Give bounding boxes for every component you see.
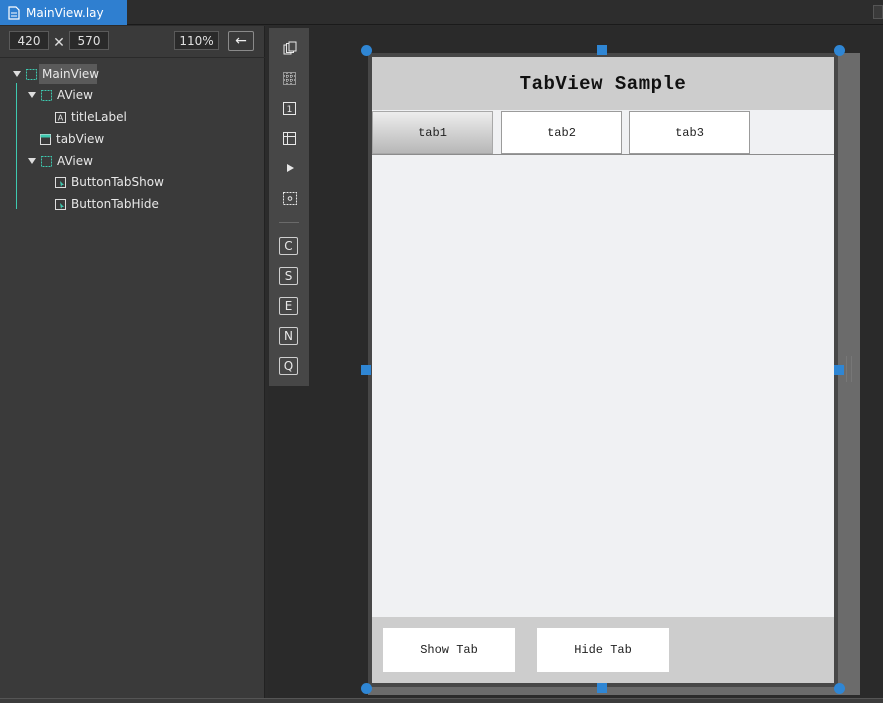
resize-handle-right[interactable] <box>834 365 844 375</box>
resize-handle-left[interactable] <box>361 365 371 375</box>
tab-button-tab3[interactable]: tab3 <box>629 111 750 154</box>
tree-item-aview[interactable]: AView <box>28 85 93 105</box>
view-outline-icon <box>26 68 37 80</box>
svg-text:A: A <box>58 113 64 122</box>
resize-handle-bottom[interactable] <box>597 683 607 693</box>
tree-item-label: ButtonTabShow <box>71 175 164 189</box>
letter-button-n[interactable]: N <box>279 327 298 345</box>
title-label[interactable]: TabView Sample <box>372 57 834 110</box>
toolbar-separator <box>279 222 299 223</box>
tree-item-titlelabel[interactable]: A titleLabel <box>55 107 127 127</box>
tree-item-label: ButtonTabHide <box>71 197 159 211</box>
tree-item-buttontabshow[interactable]: ButtonTabShow <box>55 172 164 192</box>
tree-item-label: tabView <box>56 132 105 146</box>
tree-item-aview-2[interactable]: AView <box>28 151 93 171</box>
splitter-grip[interactable] <box>846 356 852 382</box>
tree-item-tabview[interactable]: tabView <box>40 129 104 149</box>
width-field[interactable]: 420 <box>9 31 49 50</box>
svg-text:1: 1 <box>287 105 293 115</box>
tab-button-tab2[interactable]: tab2 <box>501 111 622 154</box>
label-a-icon: A <box>55 111 66 123</box>
resize-handle-top[interactable] <box>597 45 607 55</box>
play-icon[interactable] <box>281 159 298 176</box>
layout-icon[interactable] <box>281 130 298 147</box>
resize-handle-top-right[interactable] <box>834 45 845 56</box>
tree-guide-line <box>16 83 17 209</box>
letter-button-q[interactable]: Q <box>279 357 298 375</box>
button-cursor-icon <box>55 198 66 210</box>
show-tab-button[interactable]: Show Tab <box>383 628 515 672</box>
tab-overflow-button[interactable] <box>873 5 883 19</box>
letter-button-c[interactable]: C <box>279 237 298 255</box>
divider <box>0 57 265 58</box>
view-outline-icon <box>41 89 52 101</box>
resize-handle-bottom-left[interactable] <box>361 683 372 694</box>
tree-item-label: titleLabel <box>71 110 127 124</box>
select-frame-icon[interactable] <box>281 190 298 207</box>
tree-item-label: AView <box>57 154 93 168</box>
document-tab-bar <box>0 0 883 25</box>
button-cursor-icon <box>55 176 66 188</box>
layers-icon[interactable] <box>281 39 298 56</box>
letter-button-s[interactable]: S <box>279 267 298 285</box>
outline-panel <box>0 26 265 698</box>
tree-item-buttontabhide[interactable]: ButtonTabHide <box>55 194 159 214</box>
view-outline-icon <box>41 155 52 167</box>
file-tab-mainview[interactable]: MainView.lay <box>0 0 127 25</box>
status-strip <box>0 698 883 703</box>
number-one-icon[interactable]: 1 <box>281 100 298 117</box>
tree-item-label: AView <box>57 88 93 102</box>
resize-handle-bottom-right[interactable] <box>834 683 845 694</box>
expand-arrow-icon[interactable] <box>28 92 36 98</box>
back-button[interactable]: ← <box>228 31 254 51</box>
tree-item-label: MainView <box>42 67 100 81</box>
letter-button-e[interactable]: E <box>279 297 298 315</box>
tree-item-mainview[interactable]: MainView <box>13 64 99 84</box>
tabview-icon <box>40 133 51 145</box>
zoom-field[interactable]: 110% <box>174 31 219 50</box>
file-icon <box>8 5 20 20</box>
height-field[interactable]: 570 <box>69 31 109 50</box>
expand-arrow-icon[interactable] <box>13 71 21 77</box>
grid-icon[interactable] <box>281 70 298 87</box>
hide-tab-button[interactable]: Hide Tab <box>537 628 669 672</box>
tab-button-tab1[interactable]: tab1 <box>372 111 493 154</box>
times-icon: ✕ <box>53 34 65 51</box>
file-tab-label: MainView.lay <box>26 5 104 20</box>
resize-handle-top-left[interactable] <box>361 45 372 56</box>
expand-arrow-icon[interactable] <box>28 158 36 164</box>
